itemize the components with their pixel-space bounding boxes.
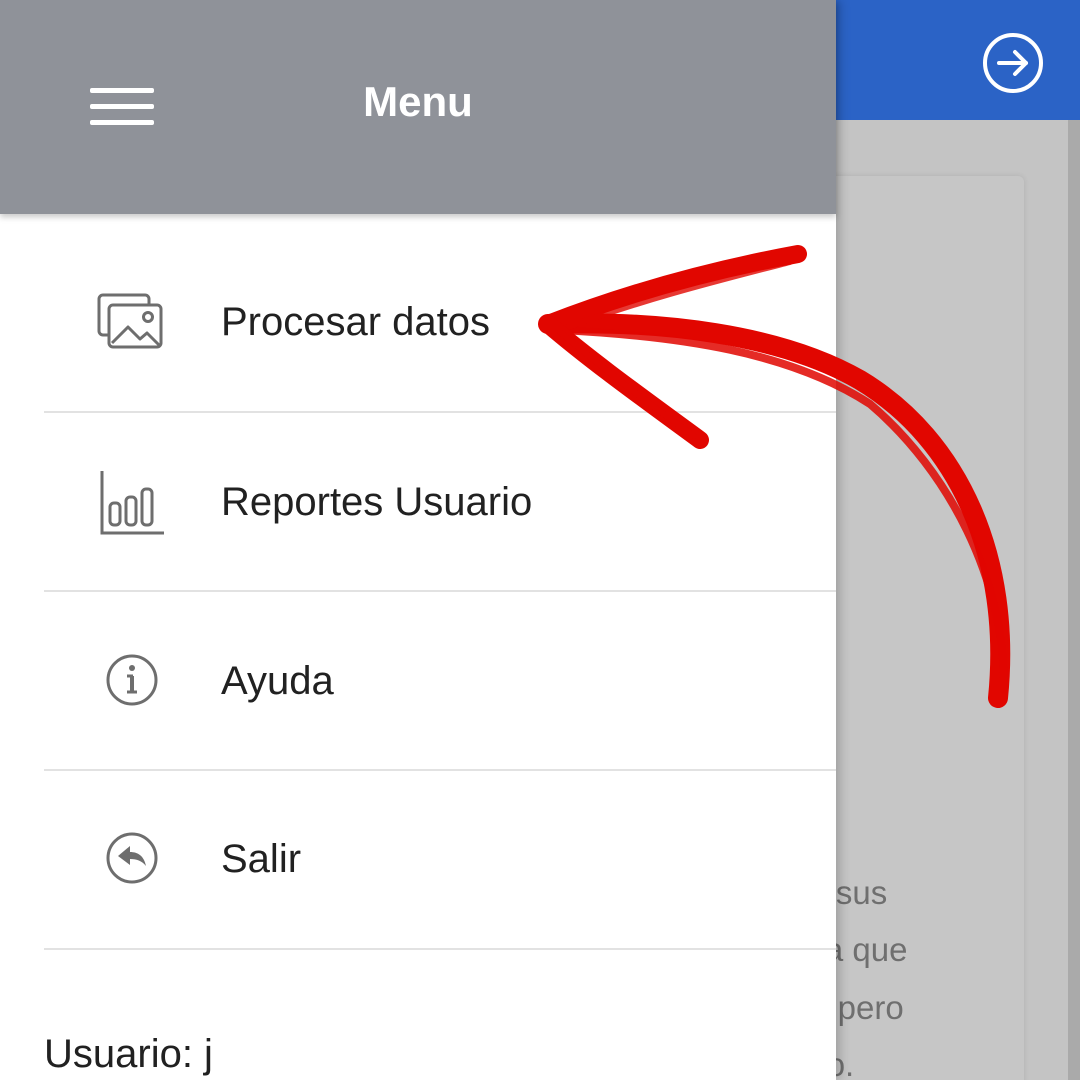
drawer-title: Menu (363, 78, 473, 125)
images-icon (96, 288, 168, 360)
scroll-strip (1068, 120, 1080, 1080)
menu-item-reportes-usuario[interactable]: Reportes Usuario (0, 413, 836, 592)
arrow-right-circle-icon (983, 33, 1043, 93)
info-icon (96, 644, 168, 716)
navigation-drawer: Menu Procesar datos Reportes Usuario Ayu… (0, 0, 836, 1080)
reply-icon (96, 822, 168, 894)
logout-button[interactable] (982, 32, 1044, 94)
drawer-menu: Procesar datos Reportes Usuario Ayuda Sa… (0, 234, 836, 950)
menu-item-label: Procesar datos (221, 300, 491, 344)
screen: ue sus n la que ro, pero npo. Menu (0, 0, 1080, 1080)
user-info: Usuario: j (44, 1032, 213, 1076)
menu-item-label: Ayuda (221, 659, 334, 703)
menu-item-label: Reportes Usuario (221, 480, 533, 524)
menu-item-salir[interactable]: Salir (0, 771, 836, 950)
bar-chart-icon (96, 467, 168, 539)
menu-item-ayuda[interactable]: Ayuda (0, 592, 836, 771)
drawer-header: Menu (0, 0, 836, 214)
divider (44, 948, 836, 950)
menu-item-label: Salir (221, 837, 302, 881)
menu-item-procesar-datos[interactable]: Procesar datos (0, 234, 836, 413)
